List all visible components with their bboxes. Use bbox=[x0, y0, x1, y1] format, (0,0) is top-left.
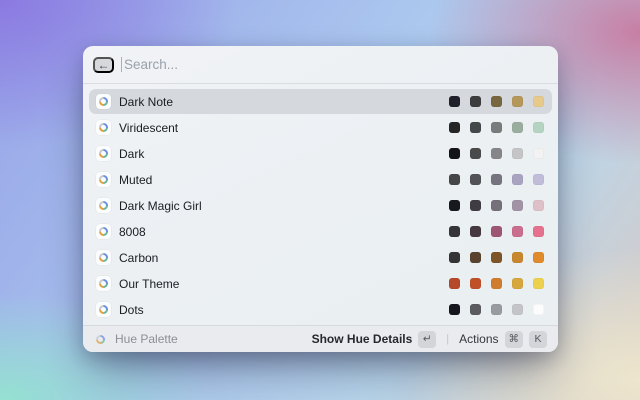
color-swatches bbox=[449, 96, 544, 107]
theme-name: Viridescent bbox=[119, 120, 179, 135]
theme-name: Dark Magic Girl bbox=[119, 198, 202, 213]
color-swatches bbox=[449, 148, 544, 159]
color-swatch bbox=[470, 174, 481, 185]
color-swatch bbox=[512, 148, 523, 159]
color-swatch bbox=[491, 122, 502, 133]
color-swatch bbox=[449, 304, 460, 315]
footer-actions: Show Hue Details ↵ | Actions ⌘ K bbox=[309, 329, 550, 350]
color-swatch bbox=[470, 200, 481, 211]
color-swatch bbox=[449, 148, 460, 159]
color-swatch bbox=[491, 96, 502, 107]
footer-divider: | bbox=[446, 333, 450, 345]
theme-name: 8008 bbox=[119, 224, 146, 239]
palette-ring-icon bbox=[96, 172, 111, 187]
color-swatches bbox=[449, 304, 544, 315]
list-item[interactable]: Dots bbox=[89, 297, 552, 322]
color-swatch bbox=[533, 174, 544, 185]
color-swatch bbox=[533, 252, 544, 263]
palette-ring-icon bbox=[96, 224, 111, 239]
palette-ring-icon bbox=[93, 332, 107, 346]
back-arrow-icon: ← bbox=[97, 57, 110, 72]
color-swatch bbox=[533, 96, 544, 107]
color-swatch bbox=[470, 122, 481, 133]
color-swatch bbox=[512, 304, 523, 315]
color-swatch bbox=[533, 278, 544, 289]
color-swatch bbox=[449, 226, 460, 237]
color-swatch bbox=[512, 122, 523, 133]
color-swatch bbox=[470, 96, 481, 107]
return-key-icon: ↵ bbox=[418, 330, 437, 348]
theme-name: Carbon bbox=[119, 250, 159, 265]
color-swatch bbox=[449, 252, 460, 263]
color-swatch bbox=[533, 304, 544, 315]
color-swatches bbox=[449, 200, 544, 211]
color-swatch bbox=[512, 200, 523, 211]
color-swatch bbox=[533, 122, 544, 133]
color-swatches bbox=[449, 226, 544, 237]
list-item[interactable]: Viridescent bbox=[89, 115, 552, 140]
list-item[interactable]: Our Theme bbox=[89, 271, 552, 296]
actions-button[interactable]: Actions ⌘ K bbox=[456, 329, 550, 350]
color-swatch bbox=[533, 148, 544, 159]
back-button[interactable]: ← bbox=[93, 56, 114, 73]
palette-ring-icon bbox=[96, 198, 111, 213]
color-swatch bbox=[512, 252, 523, 263]
theme-name: Muted bbox=[119, 172, 153, 187]
primary-action-label: Show Hue Details bbox=[311, 332, 413, 346]
color-swatch bbox=[512, 174, 523, 185]
color-swatch bbox=[533, 200, 544, 211]
color-swatch bbox=[470, 304, 481, 315]
list-item[interactable]: Carbon bbox=[89, 245, 552, 270]
color-swatch bbox=[491, 304, 502, 315]
search-input[interactable] bbox=[122, 57, 548, 72]
palette-ring-icon bbox=[96, 120, 111, 135]
palette-ring-icon bbox=[96, 94, 111, 109]
color-swatch bbox=[491, 148, 502, 159]
palette-ring-icon bbox=[96, 276, 111, 291]
palette-ring-icon bbox=[96, 250, 111, 265]
color-swatch bbox=[470, 252, 481, 263]
command-palette-window: ← Dark Note Viridescent Dark Muted Dark Magi… bbox=[83, 46, 558, 352]
color-swatch bbox=[449, 278, 460, 289]
list-item[interactable]: Dark Note bbox=[89, 89, 552, 114]
theme-name: Our Theme bbox=[119, 276, 180, 291]
search-bar: ← bbox=[83, 46, 558, 84]
list-item[interactable]: Dark bbox=[89, 141, 552, 166]
extension-name: Hue Palette bbox=[115, 332, 178, 346]
color-swatch bbox=[512, 226, 523, 237]
color-swatch bbox=[491, 278, 502, 289]
color-swatch bbox=[491, 226, 502, 237]
color-swatch bbox=[470, 148, 481, 159]
color-swatches bbox=[449, 122, 544, 133]
color-swatches bbox=[449, 252, 544, 263]
color-swatch bbox=[491, 252, 502, 263]
color-swatches bbox=[449, 278, 544, 289]
theme-name: Dots bbox=[119, 302, 144, 317]
theme-list: Dark Note Viridescent Dark Muted Dark Magic … bbox=[83, 84, 558, 325]
color-swatch bbox=[470, 278, 481, 289]
color-swatch bbox=[533, 226, 544, 237]
k-key-icon: K bbox=[529, 330, 547, 348]
color-swatch bbox=[491, 174, 502, 185]
color-swatch bbox=[512, 96, 523, 107]
list-item[interactable]: Dark Magic Girl bbox=[89, 193, 552, 218]
color-swatch bbox=[449, 96, 460, 107]
color-swatch bbox=[449, 174, 460, 185]
color-swatch bbox=[449, 122, 460, 133]
list-item[interactable]: 8008 bbox=[89, 219, 552, 244]
palette-ring-icon bbox=[96, 146, 111, 161]
actions-label: Actions bbox=[459, 332, 499, 346]
color-swatch bbox=[512, 278, 523, 289]
status-bar: Hue Palette Show Hue Details ↵ | Actions… bbox=[83, 325, 558, 352]
list-item[interactable]: Muted bbox=[89, 167, 552, 192]
theme-name: Dark Note bbox=[119, 94, 174, 109]
palette-ring-icon bbox=[96, 302, 111, 317]
color-swatch bbox=[470, 226, 481, 237]
theme-name: Dark bbox=[119, 146, 145, 161]
color-swatch bbox=[449, 200, 460, 211]
command-key-icon: ⌘ bbox=[504, 330, 523, 348]
show-hue-details-button[interactable]: Show Hue Details ↵ bbox=[309, 329, 440, 350]
color-swatch bbox=[491, 200, 502, 211]
color-swatches bbox=[449, 174, 544, 185]
